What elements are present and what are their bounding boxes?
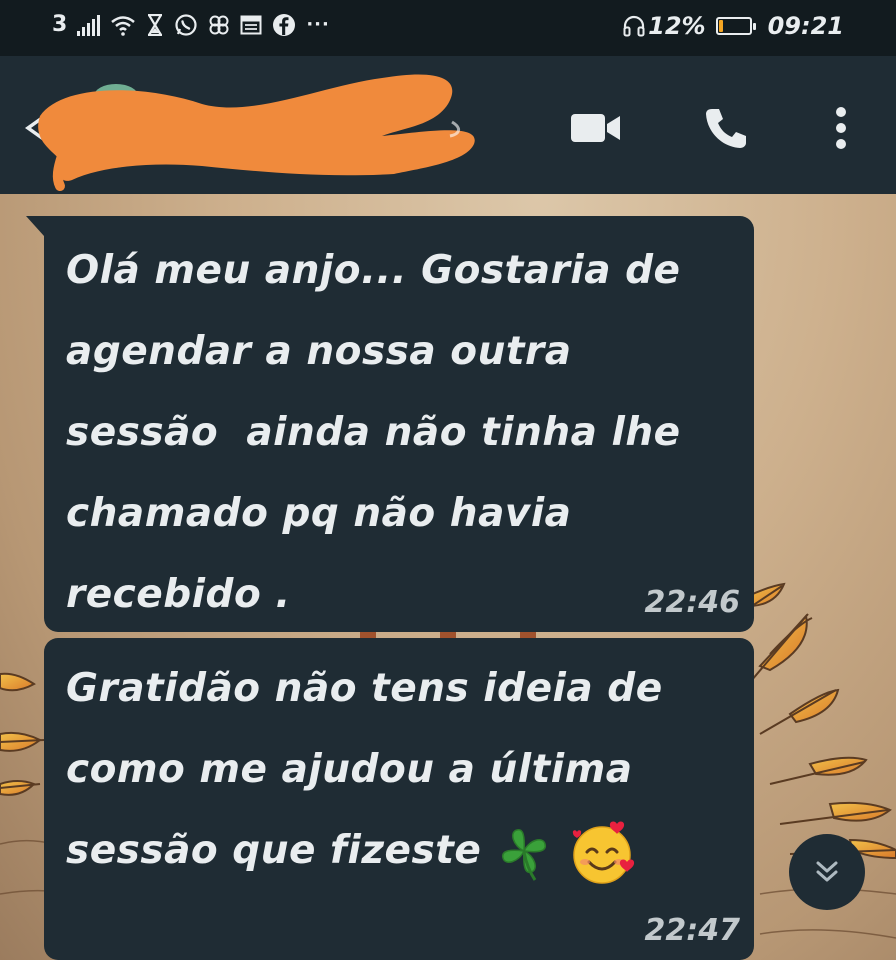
clock: 09:21: [767, 12, 844, 40]
more-options-icon: [836, 107, 846, 149]
video-call-icon: [571, 114, 620, 142]
status-left: 3 ···: [52, 12, 330, 37]
signal-icon: [77, 14, 101, 36]
facebook-icon: [273, 13, 296, 36]
more-options-button[interactable]: [826, 100, 856, 156]
voice-call-button[interactable]: [696, 100, 756, 156]
whatsapp-icon: [175, 13, 197, 36]
video-call-button[interactable]: [566, 100, 626, 156]
wifi-icon: [111, 15, 136, 36]
double-chevron-down-icon: [816, 861, 838, 882]
smiling-face-with-hearts-icon: [573, 821, 635, 884]
message-text-container: Gratidão não tens ideia de como me ajudo…: [66, 648, 734, 891]
pinwheel-icon: [209, 15, 229, 34]
scroll-to-bottom-button[interactable]: [789, 834, 865, 910]
status-bar: 3 ··· 12% 09:21: [0, 0, 896, 56]
more-dots-icon: ···: [306, 14, 330, 35]
status-right: 12% 09:21: [622, 12, 844, 40]
calendar-icon: [240, 15, 262, 34]
header-actions: [566, 100, 856, 156]
battery-percent: 12%: [648, 12, 706, 40]
headset-icon: [623, 15, 645, 37]
message-bubble-incoming-1[interactable]: Olá meu anjo... Gostaria de agendar a no…: [26, 216, 754, 632]
four-leaf-clover-icon: [502, 828, 547, 881]
hourglass-icon: [148, 13, 163, 36]
voice-call-icon: [706, 109, 746, 148]
message-timestamp: 22:47: [644, 913, 741, 948]
carrier-indicator: 3: [52, 12, 68, 37]
redacted-contact-name[interactable]: [22, 56, 492, 194]
battery-icon: [715, 17, 756, 35]
message-bubble-incoming-2[interactable]: Gratidão não tens ideia de como me ajudo…: [44, 638, 754, 960]
chat-area[interactable]: Olá meu anjo... Gostaria de agendar a no…: [0, 194, 896, 960]
message-text: Olá meu anjo... Gostaria de agendar a no…: [66, 248, 681, 617]
chat-header: [0, 56, 896, 194]
message-timestamp: 22:46: [644, 585, 741, 620]
